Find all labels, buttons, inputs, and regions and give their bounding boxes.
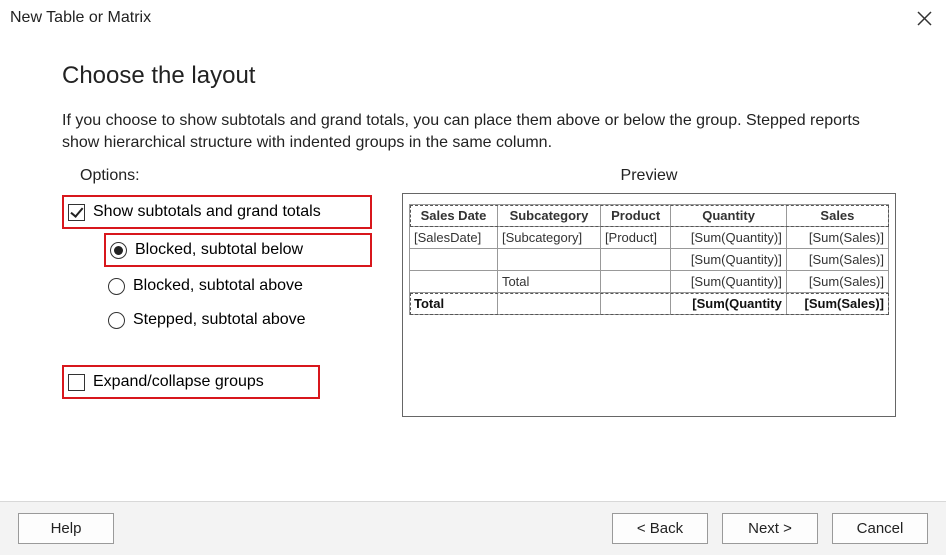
cell: [Sum(Quantity)]: [671, 227, 786, 249]
cell: [Sum(Sales)]: [786, 271, 888, 293]
cell: [Sum(Sales)]: [786, 227, 888, 249]
cell: [Sum(Quantity: [671, 293, 786, 315]
next-button[interactable]: Next >: [722, 513, 818, 544]
col-header: Quantity: [671, 205, 786, 227]
cell: [410, 271, 498, 293]
options-label: Options:: [80, 167, 372, 185]
checkbox-expand-collapse[interactable]: Expand/collapse groups: [62, 365, 320, 399]
preview-table: Sales Date Subcategory Product Quantity …: [409, 204, 889, 315]
cell: [600, 271, 670, 293]
table-row: Total [Sum(Quantity [Sum(Sales)]: [410, 293, 889, 315]
cell: [Sum(Sales)]: [786, 293, 888, 315]
col-header: Product: [600, 205, 670, 227]
col-header: Sales Date: [410, 205, 498, 227]
cell: [Sum(Quantity)]: [671, 249, 786, 271]
table-row: [SalesDate] [Subcategory] [Product] [Sum…: [410, 227, 889, 249]
col-header: Sales: [786, 205, 888, 227]
radio-icon: [110, 242, 127, 259]
help-button[interactable]: Help: [18, 513, 114, 544]
cell: [497, 293, 600, 315]
checkbox-show-totals[interactable]: Show subtotals and grand totals: [62, 195, 372, 229]
titlebar: New Table or Matrix: [0, 0, 946, 34]
cell: Total: [410, 293, 498, 315]
content-area: Choose the layout If you choose to show …: [0, 34, 946, 417]
radio-icon: [108, 312, 125, 329]
cell: [Product]: [600, 227, 670, 249]
close-button[interactable]: [914, 8, 934, 28]
cell: Total: [497, 271, 600, 293]
cell: [600, 249, 670, 271]
preview-column: Preview Sales Date Subcategory Product Q…: [402, 167, 896, 417]
radio-blocked-above-label: Blocked, subtotal above: [133, 277, 303, 295]
radio-icon: [108, 278, 125, 295]
table-row: [Sum(Quantity)] [Sum(Sales)]: [410, 249, 889, 271]
footer: Help < Back Next > Cancel: [0, 501, 946, 555]
cell: [600, 293, 670, 315]
cell: [497, 249, 600, 271]
cell: [Sum(Quantity)]: [671, 271, 786, 293]
radio-blocked-below-label: Blocked, subtotal below: [135, 241, 303, 259]
checkbox-show-totals-label: Show subtotals and grand totals: [93, 203, 321, 221]
cell: [410, 249, 498, 271]
options-column: Options: Show subtotals and grand totals…: [62, 167, 372, 417]
page-description: If you choose to show subtotals and gran…: [62, 110, 896, 153]
preview-label: Preview: [402, 167, 896, 185]
radio-stepped-above-label: Stepped, subtotal above: [133, 311, 306, 329]
wizard-buttons: < Back Next > Cancel: [612, 513, 928, 544]
columns: Options: Show subtotals and grand totals…: [62, 167, 896, 417]
radio-blocked-below[interactable]: Blocked, subtotal below: [104, 233, 372, 267]
page-heading: Choose the layout: [62, 62, 896, 90]
table-header-row: Sales Date Subcategory Product Quantity …: [410, 205, 889, 227]
checkbox-expand-collapse-label: Expand/collapse groups: [93, 373, 264, 391]
back-button[interactable]: < Back: [612, 513, 708, 544]
cancel-button[interactable]: Cancel: [832, 513, 928, 544]
table-row: Total [Sum(Quantity)] [Sum(Sales)]: [410, 271, 889, 293]
checkbox-icon: [68, 204, 85, 221]
cell: [SalesDate]: [410, 227, 498, 249]
checkbox-icon: [68, 374, 85, 391]
cell: [Sum(Sales)]: [786, 249, 888, 271]
cell: [Subcategory]: [497, 227, 600, 249]
preview-box: Sales Date Subcategory Product Quantity …: [402, 193, 896, 417]
radio-stepped-above[interactable]: Stepped, subtotal above: [104, 305, 372, 335]
window-title: New Table or Matrix: [10, 9, 151, 27]
close-icon: [917, 11, 932, 26]
radio-blocked-above[interactable]: Blocked, subtotal above: [104, 271, 372, 301]
col-header: Subcategory: [497, 205, 600, 227]
